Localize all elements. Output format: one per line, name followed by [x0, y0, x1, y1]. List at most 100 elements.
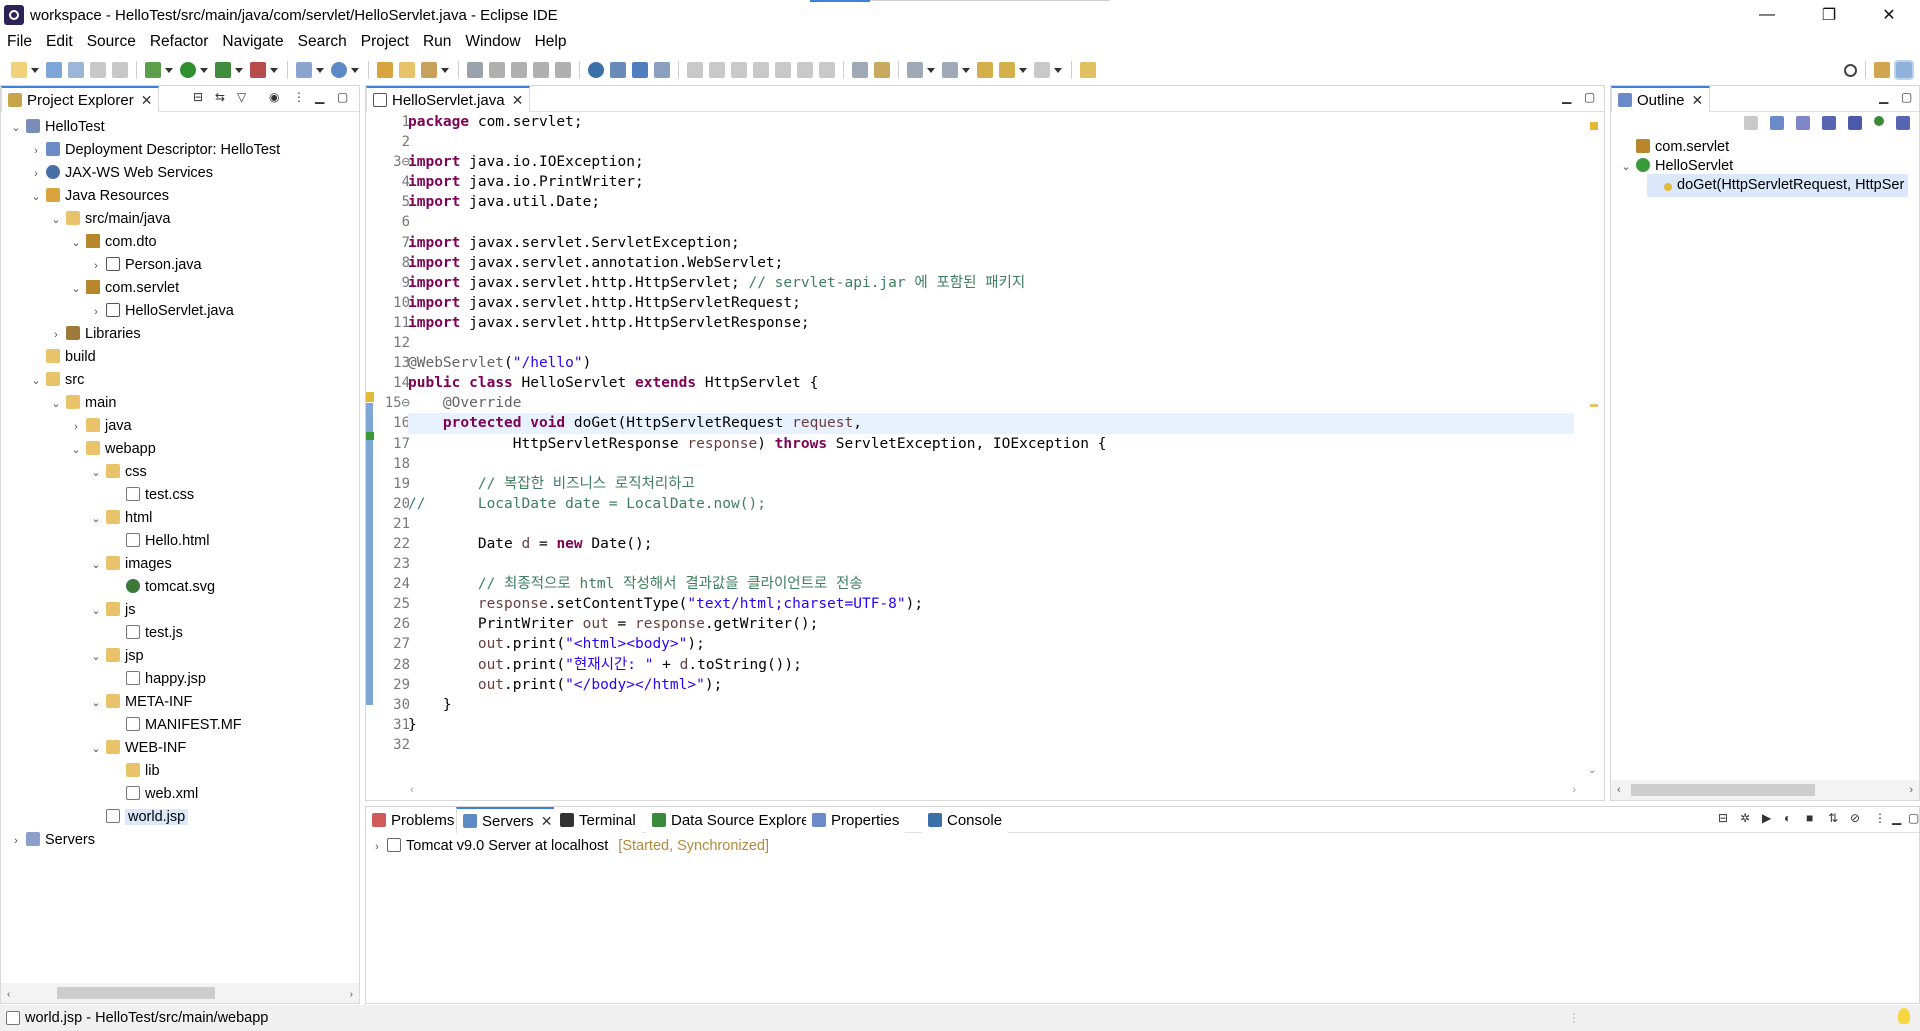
tree-item-happy-jsp[interactable]: happy.jsp — [109, 668, 206, 691]
new-server-icon[interactable] — [296, 62, 312, 78]
server-item[interactable]: › Tomcat v9.0 Server at localhost [Started… — [370, 835, 769, 858]
menu-navigate[interactable]: Navigate — [222, 33, 283, 51]
tab-servers[interactable]: Servers ✕ — [456, 807, 560, 833]
back-icon[interactable] — [999, 62, 1015, 78]
collapse-all-icon[interactable]: ⊟ — [1718, 811, 1728, 825]
tree-item-webapp[interactable]: ⌄ webapp — [69, 438, 156, 461]
next-annotation-icon[interactable] — [907, 62, 923, 78]
chevron-down-icon[interactable]: ⌄ — [49, 393, 63, 416]
terminal-icon[interactable] — [632, 62, 648, 78]
block-select-icon[interactable] — [511, 62, 527, 78]
chevron-right-icon[interactable]: › — [9, 830, 23, 853]
tab-data-source-explorer[interactable]: Data Source Explorer — [646, 807, 821, 833]
tab-helloservlet-java[interactable]: HelloServlet.java ✕ — [366, 86, 531, 112]
code-area[interactable]: package com.servlet; import java.io.IOEx… — [408, 112, 1574, 755]
search-web-icon[interactable] — [610, 62, 626, 78]
chevron-down-icon[interactable]: ⌄ — [89, 646, 103, 669]
search-icon[interactable] — [1844, 63, 1857, 77]
previous-annotation-icon[interactable] — [942, 62, 958, 78]
chevron-right-icon[interactable]: › — [49, 324, 63, 347]
chevron-right-icon[interactable]: › — [89, 301, 103, 324]
new-icon[interactable] — [11, 62, 27, 78]
overview-ruler[interactable]: ⌄ — [1584, 112, 1604, 780]
menu-help[interactable]: Help — [535, 33, 567, 51]
sort-icon[interactable] — [1770, 116, 1784, 130]
chevron-down-icon[interactable]: ⌄ — [9, 117, 23, 140]
menu-window[interactable]: Window — [465, 33, 520, 51]
tree-item-web-xml[interactable]: web.xml — [109, 783, 198, 806]
open-type-icon[interactable] — [377, 62, 393, 78]
redo-icon[interactable] — [112, 62, 128, 78]
tree-item-deployment-descriptor-hellotest[interactable]: › Deployment Descriptor: HelloTest — [29, 139, 280, 162]
highlight-icon[interactable] — [489, 62, 505, 78]
tree-item-test-js[interactable]: test.js — [109, 622, 183, 645]
menu-file[interactable]: File — [7, 33, 32, 51]
tree-item-libraries[interactable]: › Libraries — [49, 323, 141, 346]
external-tools-icon[interactable] — [250, 62, 266, 78]
toggle-mark-icon[interactable] — [467, 62, 483, 78]
hide-fields-icon[interactable] — [1822, 116, 1836, 130]
tab-properties[interactable]: Properties — [806, 807, 906, 833]
disconnect-icon[interactable]: ⊘ — [1850, 811, 1860, 825]
chevron-down-icon[interactable]: ⌄ — [89, 508, 103, 531]
chevron-right-icon[interactable]: › — [29, 163, 43, 186]
horizontal-scrollbar[interactable]: ‹ › — [1, 983, 359, 1003]
tab-terminal[interactable]: Terminal — [554, 807, 642, 833]
terminate-icon[interactable] — [731, 62, 747, 78]
link-with-editor-icon[interactable]: ⇆ — [215, 90, 225, 104]
minimize-view-icon[interactable]: ▁ — [1562, 90, 1571, 104]
maximize-view-icon[interactable]: ▢ — [1901, 90, 1912, 104]
menu-project[interactable]: Project — [361, 33, 409, 51]
chevron-down-icon[interactable]: ⌄ — [69, 278, 83, 301]
chevron-down-icon[interactable]: ⌄ — [89, 554, 103, 577]
step-over-icon[interactable] — [797, 62, 813, 78]
tree-item-jax-ws-web-services[interactable]: › JAX-WS Web Services — [29, 162, 213, 185]
pin-editor-icon[interactable] — [1080, 62, 1096, 78]
step-into-icon[interactable] — [775, 62, 791, 78]
menu-refactor[interactable]: Refactor — [150, 33, 209, 51]
hide-static-icon[interactable] — [1848, 116, 1862, 130]
resume-icon[interactable] — [687, 62, 703, 78]
tree-item-src-main-java[interactable]: ⌄ src/main/java — [49, 208, 170, 231]
tab-problems[interactable]: Problems — [366, 807, 461, 833]
run-icon[interactable] — [180, 62, 196, 78]
chevron-right-icon[interactable]: › — [370, 836, 384, 859]
profile-server-icon[interactable]: ◐ — [1784, 811, 1791, 825]
search-tool-icon[interactable] — [421, 62, 437, 78]
open-perspective-icon[interactable] — [1874, 62, 1890, 78]
chevron-down-icon[interactable]: ⌄ — [89, 738, 103, 761]
collapse-all-icon[interactable] — [1744, 116, 1758, 130]
menu-source[interactable]: Source — [87, 33, 136, 51]
maximize-view-icon[interactable]: ▢ — [337, 90, 348, 104]
close-tab-icon[interactable]: ✕ — [512, 92, 524, 109]
step-return-icon[interactable] — [819, 62, 835, 78]
publish-icon[interactable]: ⇅ — [1828, 811, 1838, 825]
menu-search[interactable]: Search — [298, 33, 347, 51]
tree-item-person-java[interactable]: › Person.java — [89, 254, 202, 277]
open-folder-icon[interactable] — [399, 62, 415, 78]
tip-bulb-icon[interactable] — [1898, 1008, 1910, 1024]
tree-item-build[interactable]: build — [29, 346, 96, 369]
chevron-right-icon[interactable]: › — [89, 255, 103, 278]
maximize-view-icon[interactable]: ▢ — [1584, 90, 1595, 104]
tree-item-images[interactable]: ⌄ images — [89, 553, 172, 576]
chevron-down-icon[interactable]: ⌄ — [49, 209, 63, 232]
maximize-button[interactable]: ❐ — [1800, 0, 1858, 30]
use-step-filters-icon[interactable] — [874, 62, 890, 78]
chevron-down-icon[interactable]: ⌄ — [1619, 156, 1633, 179]
forward-icon[interactable] — [1034, 62, 1050, 78]
tree-item-js[interactable]: ⌄ js — [89, 599, 135, 622]
browser-icon[interactable] — [588, 62, 604, 78]
chevron-down-icon[interactable]: ⌄ — [29, 186, 43, 209]
tree-item-main[interactable]: ⌄ main — [49, 392, 116, 415]
tree-item-hellotest[interactable]: ⌄ HelloTest — [9, 116, 105, 139]
chevron-down-icon[interactable]: ⌄ — [69, 232, 83, 255]
close-tab-icon[interactable]: ✕ — [541, 813, 553, 830]
debug-icon[interactable] — [145, 62, 161, 78]
tree-item-meta-inf[interactable]: ⌄ META-INF — [89, 691, 192, 714]
tab-project-explorer[interactable]: Project Explorer ✕ — [1, 86, 160, 112]
last-edit-location-icon[interactable] — [977, 62, 993, 78]
maximize-view-icon[interactable]: ▢ — [1908, 811, 1919, 825]
tree-item-lib[interactable]: lib — [109, 760, 160, 783]
chevron-down-icon[interactable]: ⌄ — [89, 692, 103, 715]
